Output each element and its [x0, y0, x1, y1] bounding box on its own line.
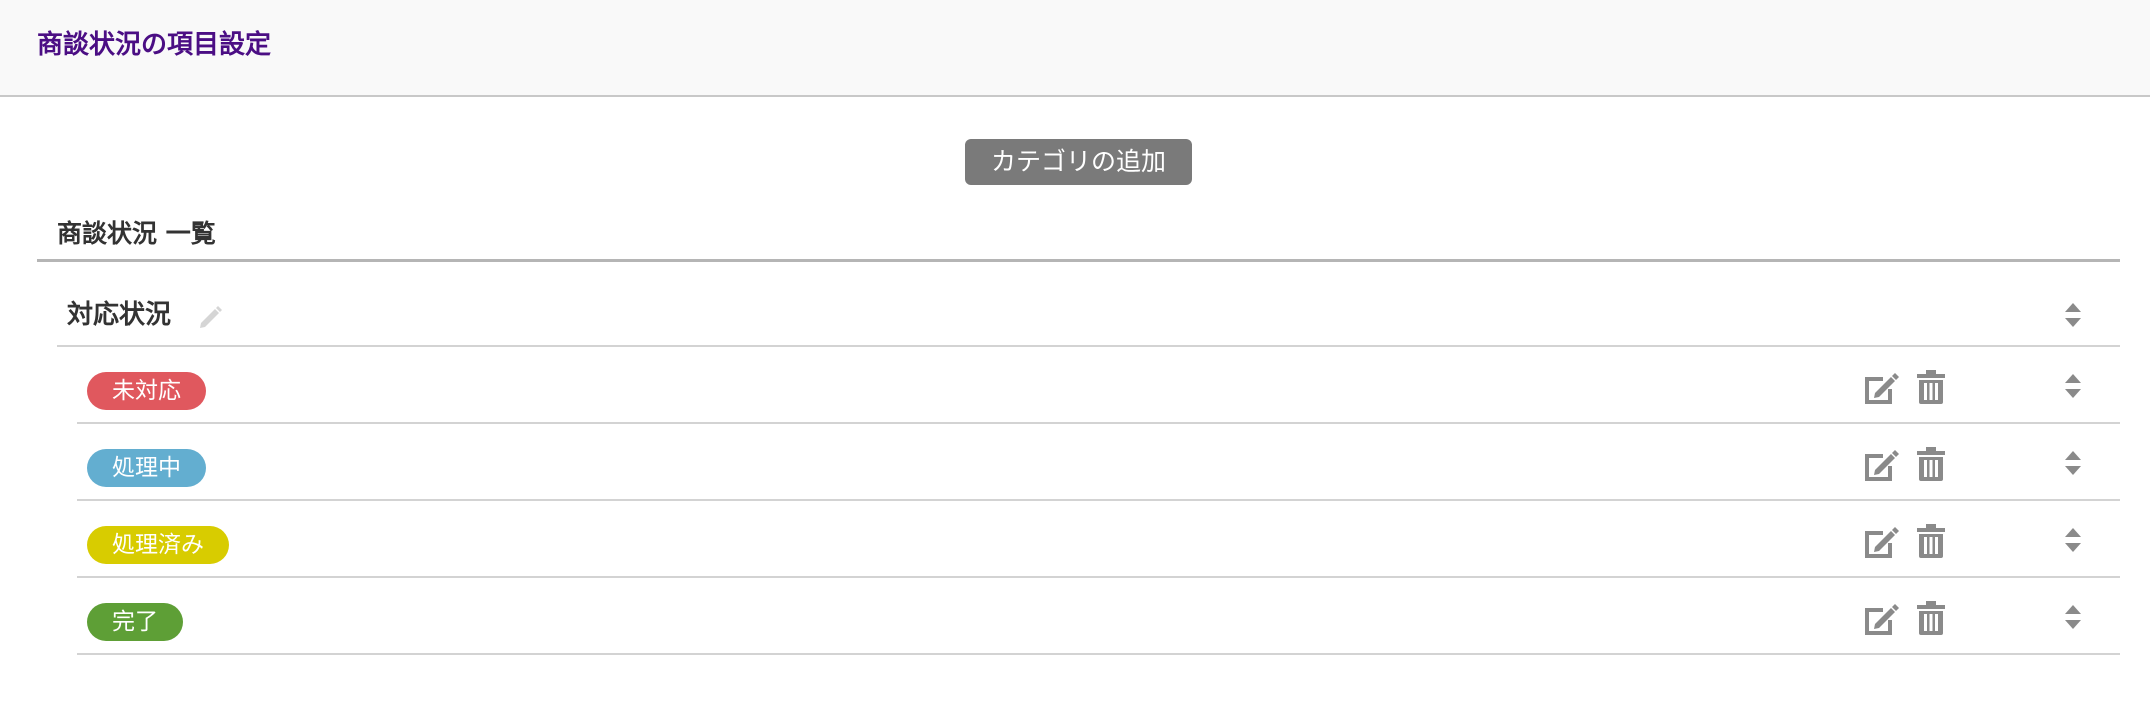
status-row-2: 処理済み	[77, 501, 2120, 578]
status-badge: 未対応	[87, 372, 206, 410]
add-category-button[interactable]: カテゴリの追加	[965, 139, 1192, 185]
page-title: 商談状況の項目設定	[37, 30, 272, 60]
category-name: 対応状況	[67, 300, 172, 330]
trash-icon[interactable]	[1916, 523, 1946, 559]
pencil-icon[interactable]	[195, 301, 227, 333]
category-row: 対応状況	[57, 283, 2120, 347]
sort-icon[interactable]	[2063, 526, 2083, 554]
trash-icon[interactable]	[1916, 600, 1946, 636]
sort-icon[interactable]	[2063, 301, 2083, 329]
sort-icon[interactable]	[2063, 449, 2083, 477]
status-badge: 処理中	[87, 449, 206, 487]
edit-icon[interactable]	[1862, 369, 1900, 405]
edit-icon[interactable]	[1862, 600, 1900, 636]
list-title: 商談状況 一覧	[57, 219, 216, 248]
list-title-divider	[37, 259, 2120, 262]
sort-icon[interactable]	[2063, 372, 2083, 400]
sort-icon[interactable]	[2063, 603, 2083, 631]
status-badge: 処理済み	[87, 526, 229, 564]
trash-icon[interactable]	[1916, 446, 1946, 482]
status-badge: 完了	[87, 603, 183, 641]
edit-icon[interactable]	[1862, 523, 1900, 559]
status-row-3: 完了	[77, 578, 2120, 655]
trash-icon[interactable]	[1916, 369, 1946, 405]
status-row-0: 未対応	[77, 347, 2120, 424]
status-row-1: 処理中	[77, 424, 2120, 501]
page-header: 商談状況の項目設定	[0, 0, 2150, 97]
edit-icon[interactable]	[1862, 446, 1900, 482]
